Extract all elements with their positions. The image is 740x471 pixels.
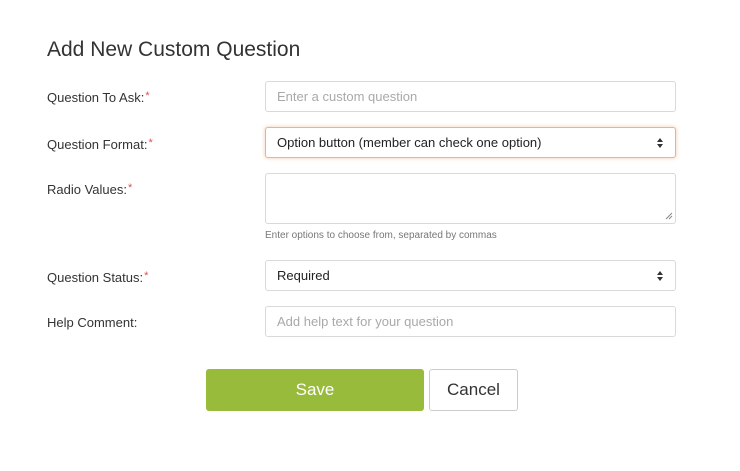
- radio-values-hint: Enter options to choose from, separated …: [265, 230, 497, 241]
- radio-values-label-text: Radio Values:: [47, 182, 127, 197]
- radio-values-label: Radio Values:*: [47, 182, 132, 197]
- save-button[interactable]: Save: [206, 369, 424, 411]
- chevron-updown-icon: [656, 137, 664, 149]
- format-label: Question Format:*: [47, 137, 153, 152]
- help-comment-input[interactable]: [265, 306, 676, 337]
- help-comment-label-text: Help Comment:: [47, 315, 138, 330]
- status-select-value: Required: [277, 268, 330, 283]
- chevron-updown-icon: [656, 270, 664, 282]
- required-marker: *: [148, 137, 153, 149]
- help-comment-label: Help Comment:: [47, 315, 137, 330]
- radio-values-textarea[interactable]: [265, 173, 676, 224]
- format-label-text: Question Format:: [47, 137, 148, 152]
- cancel-button[interactable]: Cancel: [429, 369, 518, 411]
- question-label-text: Question To Ask:: [47, 90, 145, 105]
- status-label-text: Question Status:: [47, 270, 144, 285]
- status-label: Question Status:*: [47, 270, 148, 285]
- question-label: Question To Ask:*: [47, 90, 150, 105]
- page-title: Add New Custom Question: [47, 38, 301, 61]
- required-marker: *: [127, 182, 133, 194]
- format-select-value: Option button (member can check one opti…: [277, 135, 542, 150]
- status-select[interactable]: Required: [265, 260, 676, 291]
- required-marker: *: [145, 90, 150, 102]
- resize-grip-icon[interactable]: [665, 212, 673, 220]
- question-input[interactable]: [265, 81, 676, 112]
- required-marker: *: [144, 270, 149, 282]
- format-select[interactable]: Option button (member can check one opti…: [265, 127, 676, 158]
